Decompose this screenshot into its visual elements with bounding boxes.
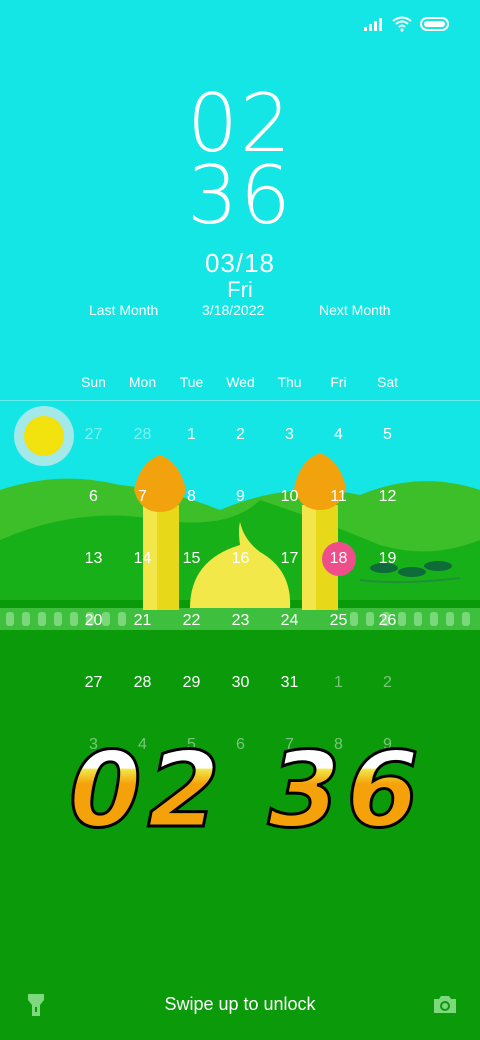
calendar-day[interactable]: 4 xyxy=(314,418,363,480)
swipe-to-unlock[interactable]: Swipe up to unlock xyxy=(0,994,480,1015)
day-number: 26 xyxy=(378,612,397,629)
divider xyxy=(0,400,480,401)
weekday-header: Sun Mon Tue Wed Thu Fri Sat xyxy=(69,374,411,390)
weekday-fri: Fri xyxy=(330,374,347,390)
day-number: 9 xyxy=(236,488,245,505)
date-short: 03/18 xyxy=(204,248,276,278)
day-number: 28 xyxy=(133,674,152,691)
day-number: 10 xyxy=(280,488,299,505)
calendar-day[interactable]: 27 xyxy=(69,418,118,480)
calendar-day[interactable]: 22 xyxy=(167,604,216,666)
day-number: 25 xyxy=(329,612,348,629)
calendar-day[interactable]: 12 xyxy=(363,480,412,542)
weekday-mon: Mon xyxy=(128,374,157,390)
day-number: 30 xyxy=(231,674,250,691)
calendar-day[interactable]: 31 xyxy=(265,666,314,728)
day-number: 5 xyxy=(383,426,392,443)
day-number: 1 xyxy=(187,426,196,443)
calendar-day[interactable]: 11 xyxy=(314,480,363,542)
day-number: 27 xyxy=(84,426,103,443)
day-number: 31 xyxy=(280,674,299,691)
calendar-day[interactable]: 3 xyxy=(265,418,314,480)
clock-minutes: 36 xyxy=(187,149,293,242)
calendar-day[interactable]: 20 xyxy=(69,604,118,666)
calendar-day[interactable]: 10 xyxy=(265,480,314,542)
calendar-day[interactable]: 16 xyxy=(216,542,265,604)
day-number: 2 xyxy=(236,426,245,443)
styled-clock-text: 02 36 xyxy=(69,730,425,840)
calendar-day[interactable]: 2 xyxy=(363,666,412,728)
calendar-day[interactable]: 28 xyxy=(118,418,167,480)
day-number: 13 xyxy=(84,550,103,567)
calendar-day-today[interactable]: 18 xyxy=(314,542,363,604)
calendar-day[interactable]: 9 xyxy=(216,480,265,542)
day-number: 6 xyxy=(89,488,98,505)
last-month-button[interactable]: Last Month xyxy=(89,302,158,318)
weekday-tue: Tue xyxy=(179,374,204,390)
calendar-day[interactable]: 29 xyxy=(167,666,216,728)
calendar-day[interactable]: 28 xyxy=(118,666,167,728)
day-number: 1 xyxy=(334,674,343,691)
camera-icon[interactable] xyxy=(432,993,458,1015)
styled-clock: 02 36 xyxy=(68,730,425,840)
day-number: 21 xyxy=(133,612,152,629)
calendar-day[interactable]: 1 xyxy=(314,666,363,728)
day-number: 2 xyxy=(383,674,392,691)
calendar-day[interactable]: 5 xyxy=(363,418,412,480)
wifi-icon xyxy=(392,16,412,32)
day-number: 11 xyxy=(330,488,347,505)
calendar-day[interactable]: 27 xyxy=(69,666,118,728)
month-nav: Last Month 3/18/2022 Next Month xyxy=(0,302,480,322)
current-date-label: 3/18/2022 xyxy=(202,302,265,318)
weekday-wed: Wed xyxy=(226,374,255,390)
day-number: 19 xyxy=(378,550,397,567)
day-number: 20 xyxy=(84,612,103,629)
day-number: 24 xyxy=(280,612,299,629)
calendar-day[interactable]: 1 xyxy=(167,418,216,480)
weekday-thu: Thu xyxy=(277,374,302,390)
weekday-label: Fri xyxy=(227,277,253,302)
calendar-day[interactable]: 30 xyxy=(216,666,265,728)
calendar-day[interactable]: 8 xyxy=(167,480,216,542)
calendar-day[interactable]: 17 xyxy=(265,542,314,604)
signal-icon xyxy=(364,18,382,31)
day-number: 22 xyxy=(182,612,201,629)
calendar-day[interactable]: 2 xyxy=(216,418,265,480)
day-number: 14 xyxy=(133,550,152,567)
weekday-sun: Sun xyxy=(81,374,106,390)
calendar-day[interactable]: 6 xyxy=(69,480,118,542)
calendar-day[interactable]: 24 xyxy=(265,604,314,666)
calendar-day[interactable]: 7 xyxy=(118,480,167,542)
battery-icon xyxy=(420,17,449,31)
day-number: 23 xyxy=(231,612,250,629)
day-number: 28 xyxy=(133,426,152,443)
day-number: 27 xyxy=(84,674,103,691)
calendar-day[interactable]: 13 xyxy=(69,542,118,604)
day-number: 29 xyxy=(182,674,201,691)
next-month-button[interactable]: Next Month xyxy=(319,302,391,318)
status-bar xyxy=(364,16,450,32)
day-number: 15 xyxy=(182,550,201,567)
calendar-day[interactable]: 23 xyxy=(216,604,265,666)
day-number: 17 xyxy=(280,550,299,567)
calendar-day[interactable]: 19 xyxy=(363,542,412,604)
calendar-day[interactable]: 21 xyxy=(118,604,167,666)
calendar-day[interactable]: 15 xyxy=(167,542,216,604)
calendar-day[interactable]: 25 xyxy=(314,604,363,666)
day-number: 7 xyxy=(138,488,147,505)
day-number: 3 xyxy=(285,426,294,443)
day-number: 4 xyxy=(334,426,343,443)
day-number: 18 xyxy=(321,542,356,576)
calendar-day[interactable]: 26 xyxy=(363,604,412,666)
weekday-sat: Sat xyxy=(376,374,398,390)
day-number: 16 xyxy=(231,550,250,567)
calendar-day[interactable]: 14 xyxy=(118,542,167,604)
day-number: 12 xyxy=(378,488,397,505)
day-number: 8 xyxy=(187,488,196,505)
